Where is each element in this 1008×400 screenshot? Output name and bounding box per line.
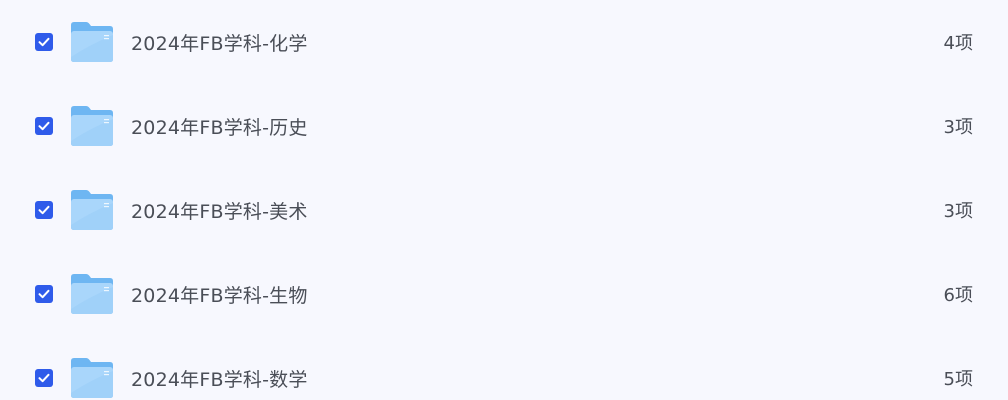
folder-icon bbox=[69, 273, 115, 315]
folder-icon bbox=[69, 357, 115, 399]
checkbox-checked-icon[interactable] bbox=[35, 285, 53, 303]
folder-name[interactable]: 2024年FB学科-数学 bbox=[131, 365, 308, 392]
checkbox-checked-icon[interactable] bbox=[35, 369, 53, 387]
list-item-folder[interactable]: 2024年FB学科-化学 4项 bbox=[0, 0, 1008, 84]
folder-name[interactable]: 2024年FB学科-历史 bbox=[131, 113, 308, 140]
checkbox-checked-icon[interactable] bbox=[35, 201, 53, 219]
checkbox-checked-icon[interactable] bbox=[35, 33, 53, 51]
list-item-folder[interactable]: 2024年FB学科-美术 3项 bbox=[0, 168, 1008, 252]
item-count: 4项 bbox=[943, 33, 973, 54]
item-count: 3项 bbox=[943, 201, 973, 222]
folder-icon bbox=[69, 189, 115, 231]
item-count: 6项 bbox=[943, 285, 973, 306]
item-count: 3项 bbox=[943, 117, 973, 138]
folder-list: 2024年FB学科-化学 4项 2024年FB学科-历史 3项 2024年FB学… bbox=[0, 0, 1008, 400]
list-item-folder[interactable]: 2024年FB学科-生物 6项 bbox=[0, 252, 1008, 336]
folder-name[interactable]: 2024年FB学科-生物 bbox=[131, 281, 308, 308]
item-count: 5项 bbox=[943, 369, 973, 390]
folder-icon bbox=[69, 105, 115, 147]
list-item-folder[interactable]: 2024年FB学科-数学 5项 bbox=[0, 336, 1008, 400]
list-item-folder[interactable]: 2024年FB学科-历史 3项 bbox=[0, 84, 1008, 168]
folder-name[interactable]: 2024年FB学科-化学 bbox=[131, 29, 308, 56]
folder-name[interactable]: 2024年FB学科-美术 bbox=[131, 197, 308, 224]
checkbox-checked-icon[interactable] bbox=[35, 117, 53, 135]
folder-icon bbox=[69, 21, 115, 63]
